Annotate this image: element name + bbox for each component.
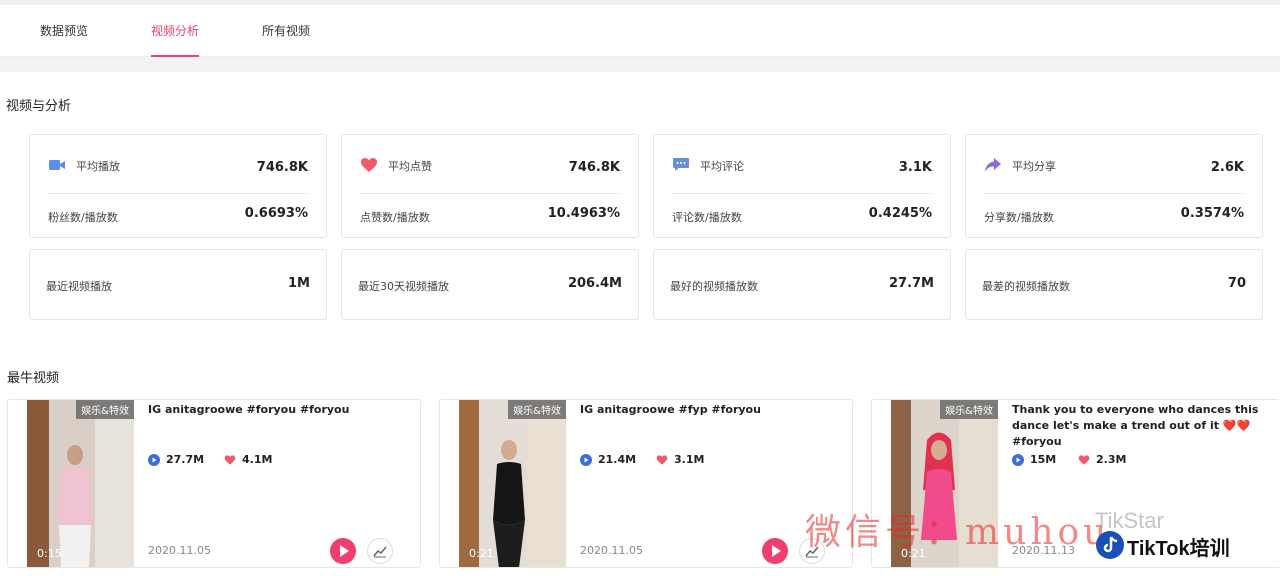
kpi-label: 最近30天视频播放	[358, 280, 449, 293]
play-circle-icon	[1012, 454, 1024, 466]
video-card[interactable]: 娱乐&特效 0:21 IG anitagroowe #fyp #foryou 2…	[439, 399, 853, 568]
stat-card-avg-shares: 平均分享 2.6K 分享数/播放数 0.3574%	[965, 134, 1263, 238]
video-date: 2020.11.05	[148, 544, 211, 557]
chart-icon	[373, 546, 387, 558]
watermark-brand: TikTok培训	[1127, 538, 1230, 560]
kpi-card-30day-plays: 最近30天视频播放 206.4M	[341, 249, 639, 320]
stat-value: 746.8K	[256, 160, 308, 175]
divider	[984, 193, 1244, 194]
kpi-card-worst-plays: 最差的视频播放数 70	[965, 249, 1263, 320]
heart-icon	[1078, 455, 1090, 465]
like-count: 4.1M	[224, 453, 294, 467]
stat-label: 平均评论	[700, 160, 744, 173]
stat-label: 平均播放	[76, 160, 120, 173]
heart-icon	[224, 455, 236, 465]
video-card[interactable]: 娱乐&特效 0:15 IG anitagroowe #foryou #foryo…	[7, 399, 421, 568]
play-count: 21.4M	[580, 453, 650, 467]
tab-all-videos[interactable]: 所有视频	[262, 5, 310, 57]
video-thumbnail[interactable]: 娱乐&特效 0:21	[459, 400, 566, 567]
heart-icon	[656, 455, 668, 465]
divider	[360, 193, 620, 194]
stat-label: 平均分享	[1012, 160, 1056, 173]
section-title-analysis: 视频与分析	[6, 99, 72, 114]
thumbnail-image	[459, 400, 566, 567]
video-title[interactable]: IG anitagroowe #fyp #foryou	[580, 402, 844, 418]
divider	[48, 193, 308, 194]
stat-ratio-label: 评论数/播放数	[672, 211, 742, 224]
stat-card-avg-comments: 平均评论 3.1K 评论数/播放数 0.4245%	[653, 134, 951, 238]
section-title-best-videos: 最牛视频	[7, 371, 60, 386]
tab-video-analysis[interactable]: 视频分析	[151, 5, 200, 57]
kpi-label: 最差的视频播放数	[982, 280, 1070, 293]
category-badge: 娱乐&特效	[76, 400, 134, 419]
stat-card-avg-plays: 平均播放 746.8K 粉丝数/播放数 0.6693%	[29, 134, 327, 238]
category-badge: 娱乐&特效	[508, 400, 566, 419]
stat-ratio-label: 粉丝数/播放数	[48, 211, 118, 224]
share-arrow-icon	[985, 158, 1001, 172]
stat-ratio-value: 0.6693%	[244, 206, 308, 221]
video-camera-icon	[49, 160, 65, 170]
like-count: 2.3M	[1078, 453, 1148, 467]
play-count: 27.7M	[148, 453, 218, 467]
kpi-value: 70	[1227, 276, 1246, 291]
kpi-label: 最好的视频播放数	[670, 280, 758, 293]
video-title[interactable]: Thank you to everyone who dances this da…	[1012, 402, 1272, 450]
divider	[672, 193, 932, 194]
kpi-card-best-plays: 最好的视频播放数 27.7M	[653, 249, 951, 320]
play-circle-icon	[148, 454, 160, 466]
tab-data-overview[interactable]: 数据预览	[40, 5, 88, 57]
watermark-text: 微信号：muhou	[805, 512, 1111, 553]
play-button[interactable]	[762, 538, 788, 564]
video-title[interactable]: IG anitagroowe #foryou #foryou	[148, 402, 412, 418]
kpi-card-latest-plays: 最近视频播放 1M	[29, 249, 327, 320]
video-thumbnail[interactable]: 娱乐&特效 0:15	[27, 400, 134, 567]
video-duration: 0:15	[37, 547, 62, 560]
kpi-label: 最近视频播放	[46, 280, 112, 293]
trend-chart-button[interactable]	[367, 538, 393, 564]
play-circle-icon	[580, 454, 592, 466]
kpi-value: 27.7M	[888, 276, 934, 291]
thumbnail-image	[27, 400, 134, 567]
stat-card-avg-likes: 平均点赞 746.8K 点赞数/播放数 10.4963%	[341, 134, 639, 238]
stat-value: 2.6K	[1210, 160, 1244, 175]
video-duration: 0:21	[469, 547, 494, 560]
stat-ratio-value: 0.4245%	[868, 206, 932, 221]
stat-ratio-label: 点赞数/播放数	[360, 211, 430, 224]
comment-icon	[673, 158, 689, 171]
main-content: 视频与分析 平均播放 746.8K 粉丝数/播放数 0.6693% 平均点赞 7…	[0, 72, 1280, 576]
stat-ratio-value: 10.4963%	[547, 206, 620, 221]
kpi-value: 206.4M	[567, 276, 622, 291]
video-date: 2020.11.05	[580, 544, 643, 557]
stat-label: 平均点赞	[388, 160, 432, 173]
section-gap	[0, 57, 1280, 72]
heart-icon	[361, 158, 377, 172]
play-button[interactable]	[330, 538, 356, 564]
stat-value: 746.8K	[568, 160, 620, 175]
like-count: 3.1M	[656, 453, 726, 467]
stat-value: 3.1K	[898, 160, 932, 175]
stat-ratio-label: 分享数/播放数	[984, 211, 1054, 224]
kpi-value: 1M	[288, 276, 310, 291]
watermark-logo: TikStar TikTok培训	[1095, 508, 1275, 572]
category-badge: 娱乐&特效	[940, 400, 998, 419]
play-count: 15M	[1012, 453, 1082, 467]
stat-ratio-value: 0.3574%	[1180, 206, 1244, 221]
tab-bar: 数据预览 视频分析 所有视频	[0, 5, 1280, 57]
tiktok-logo-icon	[1096, 531, 1124, 559]
